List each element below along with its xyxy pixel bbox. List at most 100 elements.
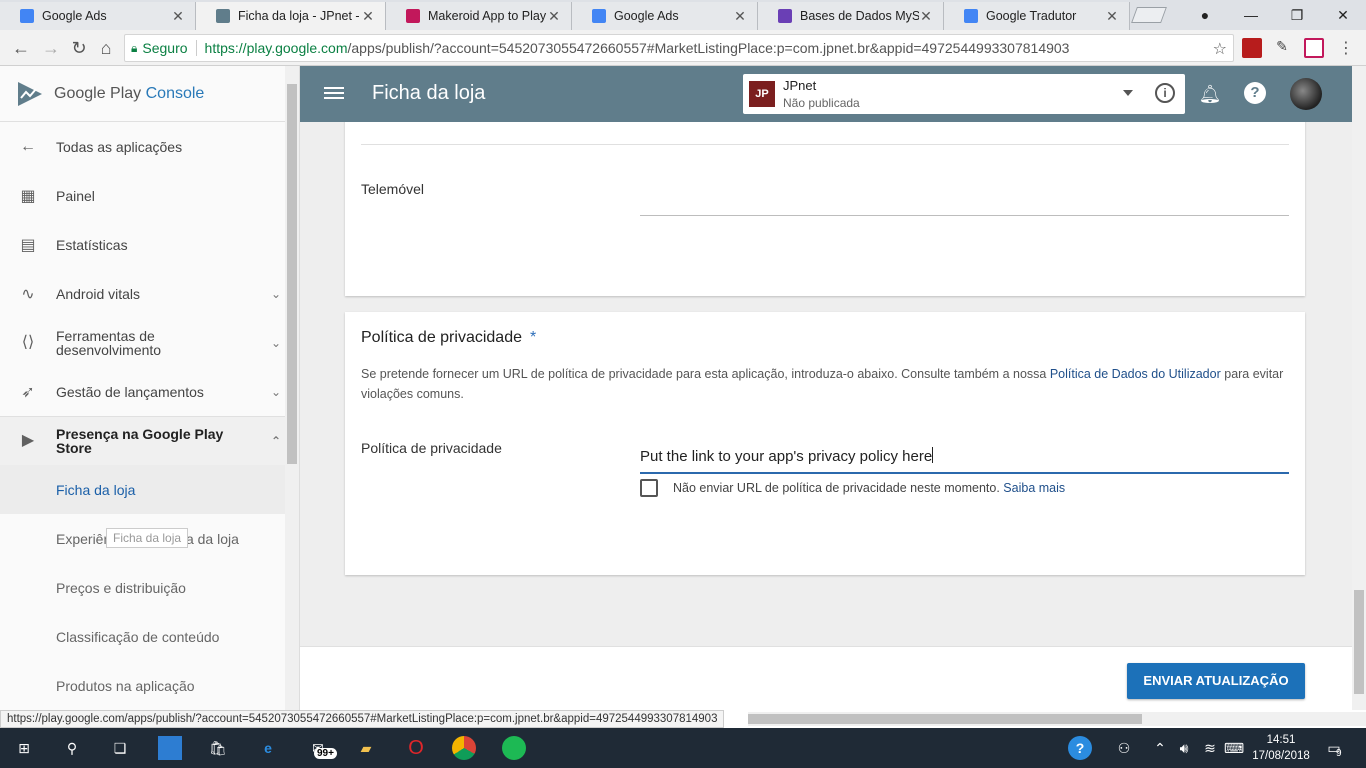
lock-icon: 🔒︎ [131, 40, 138, 55]
store-icon[interactable]: 🛍︎ [206, 736, 230, 760]
info-icon[interactable]: i [1155, 83, 1175, 103]
close-icon[interactable]: ✕ [1105, 8, 1119, 25]
chevron-down-icon: ⌄ [270, 384, 281, 399]
url-path: /apps/publish/?account=54520730554726605… [347, 40, 1070, 56]
file-explorer-icon[interactable]: ▰ [354, 736, 378, 760]
menu-icon[interactable]: ⋮ [1336, 38, 1356, 58]
sidebar-item-android-vitals[interactable]: ∿ Android vitals ⌄ [0, 269, 299, 318]
sidebar-scroll-thumb[interactable] [287, 84, 297, 464]
new-tab-button[interactable] [1131, 7, 1167, 23]
spotify-icon[interactable] [502, 736, 526, 760]
play-store-icon: ▶ [21, 432, 35, 449]
tab-makeroid[interactable]: Makeroid App to Play St ✕ [386, 2, 572, 30]
tab-google-tradutor[interactable]: Google Tradutor ✕ [944, 2, 1130, 30]
action-center-icon[interactable]: ▭ [1322, 736, 1346, 760]
tab-strip: Google Ads ✕ Ficha da loja - JPnet - G ✕… [0, 0, 1366, 30]
minimize-button[interactable]: — [1228, 0, 1274, 30]
hamburger-menu-icon[interactable] [324, 84, 344, 104]
chrome-icon[interactable] [452, 736, 476, 760]
google-play-console-logo[interactable]: Google Play Console [0, 66, 299, 122]
edge-icon[interactable]: e [256, 736, 280, 760]
sidebar: Google Play Console ← Todas as aplicaçõe… [0, 66, 300, 710]
profile-icon[interactable]: ● [1182, 0, 1228, 30]
eyedropper-icon[interactable]: ✎ [1272, 38, 1292, 58]
avatar[interactable] [1290, 78, 1322, 110]
play-console-icon [216, 9, 230, 23]
close-icon[interactable]: ✕ [171, 8, 185, 25]
sidebar-item-store-presence[interactable]: ▶ Presença na Google Play Store ⌃ [0, 416, 299, 465]
page-scroll-thumb[interactable] [1354, 590, 1364, 694]
learn-more-link[interactable]: Saiba mais [1003, 481, 1065, 495]
help-tray-icon[interactable]: ? [1068, 736, 1092, 760]
dev-tools-icon: ⟨⟩ [21, 333, 35, 351]
sidebar-item-pricing-distribution[interactable]: Preços e distribuição [0, 563, 299, 612]
tab-google-ads-2[interactable]: Google Ads ✕ [572, 2, 758, 30]
address-bar[interactable]: 🔒︎ Seguro https://play.google.com/apps/p… [124, 34, 1234, 62]
main-content: Telemóvel Política de privacidade * Se pr… [300, 122, 1352, 710]
reload-icon[interactable]: ↻ [68, 37, 90, 59]
horizontal-scroll-thumb[interactable] [748, 714, 1142, 724]
people-icon[interactable]: ⚇ [1112, 736, 1136, 760]
tab-ficha-da-loja[interactable]: Ficha da loja - JPnet - G ✕ [196, 2, 386, 30]
no-privacy-url-checkbox[interactable] [640, 479, 658, 497]
close-icon[interactable]: ✕ [547, 8, 561, 25]
tab-title: Google Ads [42, 9, 107, 23]
windows-start-icon[interactable]: ⊞ [12, 736, 36, 760]
horizontal-scrollbar[interactable] [748, 712, 1366, 726]
clock-time: 14:51 [1266, 734, 1296, 746]
privacy-description: Se pretende fornecer um URL de política … [361, 364, 1291, 404]
tab-mysql[interactable]: Bases de Dados MySQL ✕ [758, 2, 944, 30]
forward-icon[interactable]: → [40, 37, 62, 59]
keyboard-icon[interactable]: ⌨ [1222, 736, 1246, 760]
close-icon[interactable]: ✕ [919, 8, 933, 25]
wifi-icon[interactable]: ≋ [1198, 736, 1222, 760]
bookmark-star-icon[interactable]: ☆ [1213, 39, 1227, 59]
sidebar-scrollbar[interactable] [285, 66, 299, 710]
sidebar-item-all-apps[interactable]: ← Todas as aplicações [0, 122, 299, 171]
dropdown-arrow-icon [1123, 90, 1133, 96]
back-icon[interactable]: ← [10, 37, 32, 59]
sidebar-item-in-app-products[interactable]: Produtos na aplicação [0, 661, 299, 710]
tab-google-ads-1[interactable]: Google Ads ✕ [0, 2, 196, 30]
app-selector[interactable]: JP JPnet Não publicada i [743, 74, 1185, 114]
task-view-icon[interactable]: ❏ [108, 736, 132, 760]
tab-title: Ficha da loja - JPnet - G [238, 9, 361, 23]
clock[interactable]: 14:51 17/08/2018 [1246, 732, 1316, 764]
home-icon[interactable]: ⌂ [95, 37, 117, 59]
opera-icon[interactable]: O [404, 736, 428, 760]
sidebar-item-label: Ferramentas de desenvolvimento [56, 327, 162, 358]
privacy-title-text: Política de privacidade [361, 329, 522, 346]
control-panel-icon[interactable] [158, 736, 182, 760]
chevron-up-icon[interactable]: ⌃ [1148, 736, 1172, 760]
close-icon[interactable]: ✕ [361, 8, 375, 25]
makeroid-icon [406, 9, 420, 23]
maximize-button[interactable]: ❐ [1274, 0, 1320, 30]
notifications-bell-icon[interactable]: 🔔︎ [1198, 82, 1222, 106]
volume-icon[interactable]: 🔊︎ [1172, 736, 1196, 760]
close-window-button[interactable]: ✕ [1320, 0, 1366, 30]
sidebar-item-statistics[interactable]: ▤ Estatísticas [0, 220, 299, 269]
sidebar-item-label: Gestão de lançamentos [56, 383, 204, 400]
user-data-policy-link[interactable]: Política de Dados do Utilizador [1050, 367, 1221, 381]
phone-input[interactable] [640, 215, 1289, 216]
close-icon[interactable]: ✕ [733, 8, 747, 25]
sidebar-item-content-rating[interactable]: Classificação de conteúdo [0, 612, 299, 661]
extension-icon[interactable] [1242, 38, 1262, 58]
tab-title: Makeroid App to Play St [428, 9, 547, 23]
page-scrollbar[interactable] [1352, 66, 1366, 710]
sidebar-item-dashboard[interactable]: ▦ Painel [0, 171, 299, 220]
search-icon[interactable]: ⚲ [60, 736, 84, 760]
google-ads-icon [20, 9, 34, 23]
sidebar-item-dev-tools[interactable]: ⟨⟩ Ferramentas de desenvolvimento ⌄ [0, 318, 299, 367]
pocket-icon[interactable] [1304, 38, 1324, 58]
tab-title: Google Tradutor [986, 9, 1077, 23]
help-icon[interactable]: ? [1244, 82, 1266, 104]
sidebar-item-store-listing[interactable]: Ficha da loja [0, 465, 299, 514]
logo-google-text: Google Play [54, 84, 142, 102]
send-update-button[interactable]: ENVIAR ATUALIZAÇÃO [1127, 663, 1305, 699]
sidebar-item-release-management[interactable]: ➶ Gestão de lançamentos ⌄ [0, 367, 299, 416]
sidebar-item-label: Classificação de conteúdo [56, 628, 220, 645]
sidebar-item-label: Estatísticas [56, 236, 128, 253]
privacy-url-input[interactable]: Put the link to your app's privacy polic… [640, 444, 1289, 474]
chevron-down-icon: ⌄ [270, 335, 281, 350]
